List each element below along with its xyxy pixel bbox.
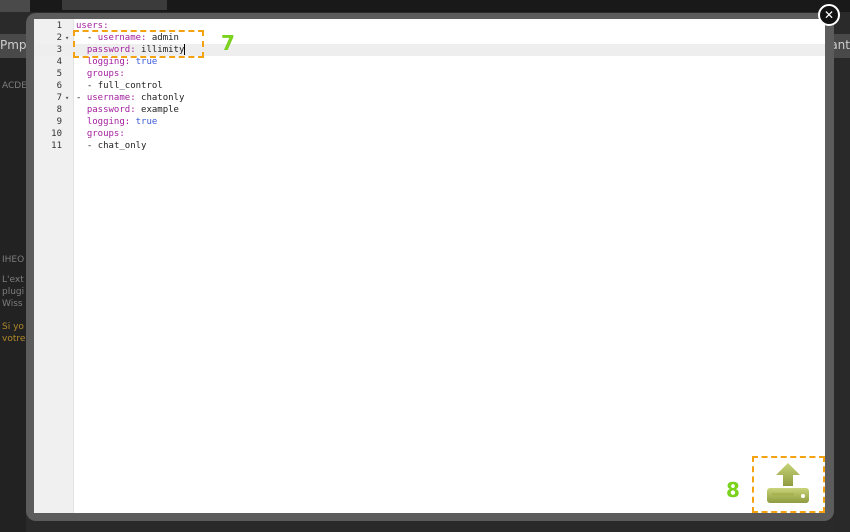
code-indent: - [76, 141, 98, 151]
annotation-step-7: 7 [221, 31, 235, 55]
code-line[interactable]: 5 groups: [34, 68, 825, 80]
line-number: 10 [51, 129, 62, 139]
line-number: 9 [56, 117, 62, 127]
code-line[interactable]: 9 logging: true [34, 116, 825, 128]
background-thumbnails [62, 0, 167, 10]
code-line[interactable]: 10 groups: [34, 128, 825, 140]
line-number: 8 [56, 105, 62, 115]
background-side-notice: Si yo [2, 322, 24, 332]
yaml-key: password: [86, 105, 136, 115]
background-side-text: Wiss [2, 299, 23, 309]
code-line[interactable]: 11 - chat_only [34, 140, 825, 152]
code-line[interactable]: 7 ▾ - username: chatonly [34, 92, 825, 104]
line-number: 1 [56, 21, 62, 31]
code-line[interactable]: 8 password: example [34, 104, 825, 116]
code-text: groups: [76, 68, 125, 80]
line-number: 2 [56, 33, 62, 43]
line-number: 6 [56, 81, 62, 91]
yaml-key: logging: [86, 117, 131, 127]
background-side-text: IHEO [2, 255, 25, 265]
yaml-code-editor[interactable]: 1 users: 2 ▾ - username: admin 3 password: i… [34, 19, 825, 513]
yaml-key: groups: [86, 69, 125, 79]
yaml-value: full_control [97, 81, 163, 91]
code-text: groups: [76, 128, 125, 140]
code-indent: - [76, 81, 98, 91]
yaml-key: logging: [86, 57, 131, 67]
line-number: 5 [56, 69, 62, 79]
yaml-value: true [130, 57, 158, 67]
code-text: - full_control [76, 80, 163, 92]
background-logo [0, 0, 30, 12]
fold-toggle-icon[interactable]: ▾ [65, 92, 73, 104]
background-right-panel [834, 58, 850, 532]
background-side-text: plugi [2, 287, 25, 297]
line-number: 3 [56, 45, 62, 55]
upload-button[interactable] [759, 459, 821, 509]
line-number: 11 [51, 141, 62, 151]
code-text: - username: chatonly [76, 92, 184, 104]
background-left-panel: ACDE IHEO L'ext plugi Wiss Si yo votre [0, 58, 27, 532]
line-number: 7 [56, 93, 62, 103]
line-number: 4 [56, 57, 62, 67]
close-button[interactable]: ✕ [818, 4, 840, 26]
code-text: logging: true [76, 116, 157, 128]
code-line[interactable]: 6 - full_control [34, 80, 825, 92]
yaml-value: chat_only [97, 141, 147, 151]
background-side-text: L'ext [2, 275, 24, 285]
yaml-value: chatonly [135, 93, 185, 103]
background-side-notice: votre [2, 334, 26, 344]
background-nav-left-text: Pmp [0, 38, 27, 52]
background-side-text: ACDE [2, 81, 27, 91]
code-text: - chat_only [76, 140, 147, 152]
yaml-key: username: [86, 93, 136, 103]
fold-toggle-icon[interactable]: ▾ [65, 32, 73, 44]
upload-icon [767, 463, 809, 503]
yaml-value: example [135, 105, 179, 115]
close-icon: ✕ [823, 8, 835, 22]
code-indent: - [76, 93, 87, 103]
yaml-key: groups: [86, 129, 125, 139]
annotation-highlight-credentials [73, 30, 204, 58]
code-text: password: example [76, 104, 179, 116]
yaml-value: true [130, 117, 158, 127]
annotation-step-8: 8 [726, 478, 740, 502]
